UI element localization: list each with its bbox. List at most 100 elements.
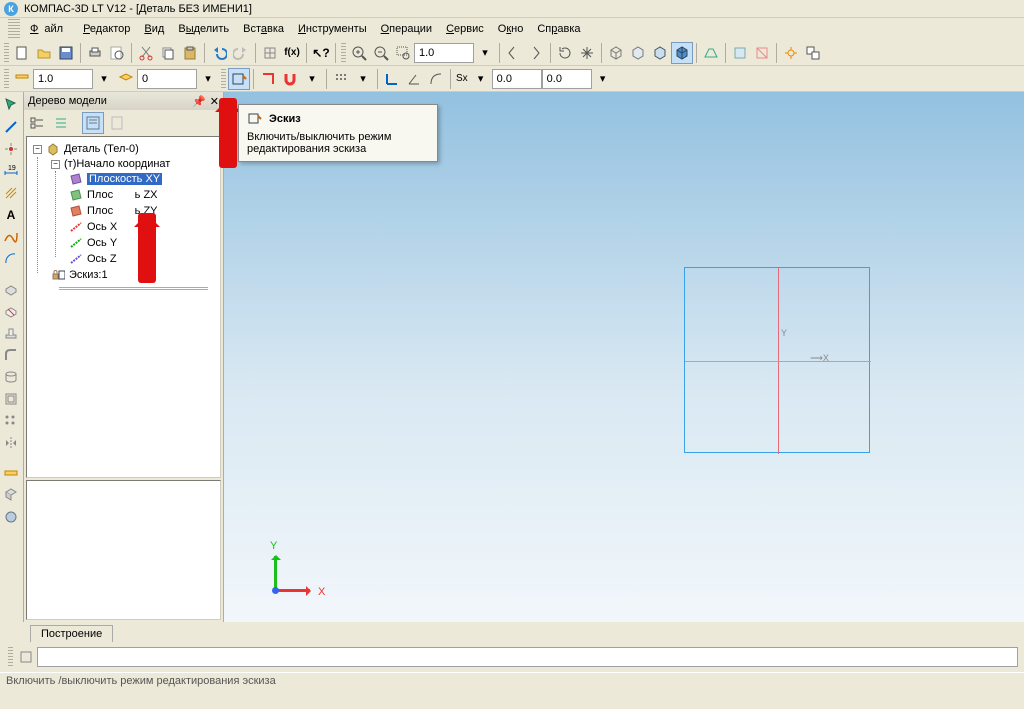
stepper-input[interactable] [137,69,197,89]
layer-button[interactable] [115,68,137,90]
print-button[interactable] [84,42,106,64]
rotate-button[interactable] [554,42,576,64]
view-button-2[interactable] [627,42,649,64]
pan-icon [579,45,595,61]
windows-button[interactable] [802,42,824,64]
grid-snap-button[interactable] [330,68,352,90]
collapse-icon[interactable]: − [33,145,42,154]
zoom-input[interactable] [414,43,474,63]
rail-mirror[interactable] [0,432,22,454]
tree-btn-2[interactable] [50,112,72,134]
snap-button[interactable] [279,68,301,90]
preview-button[interactable] [106,42,128,64]
tab-build[interactable]: Построение [30,625,113,642]
grid-button[interactable] [259,42,281,64]
zoom-window-button[interactable] [392,42,414,64]
angle-button[interactable] [403,68,425,90]
open-button[interactable] [33,42,55,64]
grid-snap-dropdown[interactable]: ▾ [352,68,374,90]
tree-btn-1[interactable] [26,112,48,134]
tree-view-icon [29,115,45,131]
menu-select[interactable]: Выделить [172,21,235,37]
zoom-dropdown[interactable]: ▾ [474,42,496,64]
tree-plane-xy[interactable]: Плоскость XY [65,171,218,187]
rail-text[interactable]: A [0,204,22,226]
copy-button[interactable] [157,42,179,64]
x-coord-input[interactable] [492,69,542,89]
menu-instruments[interactable]: Инструменты [292,21,373,37]
zoom-next-button[interactable] [525,42,547,64]
rail-spline[interactable] [0,226,22,248]
lcs-button[interactable] [381,68,403,90]
cmd-icon [18,649,34,665]
help-pointer-button[interactable]: ↖? [310,42,332,64]
rail-material[interactable] [0,506,22,528]
rail-line[interactable] [0,116,22,138]
rebuild-button[interactable] [780,42,802,64]
view-simplify-button[interactable] [729,42,751,64]
pan-button[interactable] [576,42,598,64]
tree-root[interactable]: − Деталь (Тел-0) [29,141,218,157]
menu-window[interactable]: Окно [492,21,530,37]
zoom-out-button[interactable] [370,42,392,64]
cube-shaded-icon [674,45,690,61]
tree-body[interactable]: − Деталь (Тел-0) − (т)Начало координат П… [26,136,221,478]
menu-view[interactable]: Вид [138,21,170,37]
rail-extrude[interactable] [0,278,22,300]
redo-button[interactable] [230,42,252,64]
window-title: КОМПАС-3D LT V12 - [Деталь БЕЗ ИМЕНИ1] [24,3,252,15]
rail-hole[interactable] [0,366,22,388]
save-button[interactable] [55,42,77,64]
zoom-prev-button[interactable] [503,42,525,64]
perspective-button[interactable] [700,42,722,64]
tree-btn-4[interactable] [106,112,128,134]
undo-button[interactable] [208,42,230,64]
snap-dropdown[interactable]: ▾ [301,68,323,90]
cmd-btn[interactable] [15,646,37,668]
menu-file[interactable]: Файл [24,21,75,37]
view-shaded-button[interactable] [671,42,693,64]
rail-pattern[interactable] [0,410,22,432]
menu-operations[interactable]: Операции [375,21,438,37]
menu-insert[interactable]: Вставка [237,21,290,37]
y-coord-input[interactable] [542,69,592,89]
tree-btn-3[interactable] [82,112,104,134]
rail-measure[interactable] [0,462,22,484]
menu-service[interactable]: Сервис [440,21,490,37]
tree-origin[interactable]: − (т)Начало координат [47,157,218,171]
iso-button[interactable] [605,42,627,64]
menu-help[interactable]: Справка [531,21,586,37]
tree-title: Дерево модели [28,95,107,107]
rail-dimension[interactable]: 19 [0,160,22,182]
help-pointer-icon: ↖? [312,46,329,60]
sx-dropdown[interactable]: ▾ [470,68,492,90]
new-button[interactable] [11,42,33,64]
rail-fillet[interactable] [0,344,22,366]
cut-button[interactable] [135,42,157,64]
rail-cut[interactable] [0,300,22,322]
command-input[interactable] [37,647,1018,667]
scale-dropdown[interactable]: ▾ [93,68,115,90]
view-button-5[interactable] [751,42,773,64]
collapse-icon[interactable]: − [51,160,60,169]
rail-shell[interactable] [0,388,22,410]
layers-button[interactable] [11,68,33,90]
rail-rib[interactable] [0,322,22,344]
rail-select[interactable] [0,94,22,116]
fx-button[interactable]: f(x) [281,42,303,64]
ortho-button[interactable] [257,68,279,90]
menu-editor[interactable]: Редактор [77,21,136,37]
3d-viewport[interactable]: ⟶X Y X Y [224,92,1024,622]
zoom-in-button[interactable] [348,42,370,64]
scale-input[interactable] [33,69,93,89]
view-button-3[interactable] [649,42,671,64]
rail-point[interactable] [0,138,22,160]
rail-hatch[interactable] [0,182,22,204]
coord-dropdown[interactable]: ▾ [592,68,614,90]
paste-button[interactable] [179,42,201,64]
tree-sketch[interactable]: Эскиз:1 [47,267,218,283]
pin-icon[interactable]: 📌 [192,95,206,108]
rail-section[interactable] [0,484,22,506]
round-button[interactable] [425,68,447,90]
rail-arc[interactable] [0,248,22,270]
